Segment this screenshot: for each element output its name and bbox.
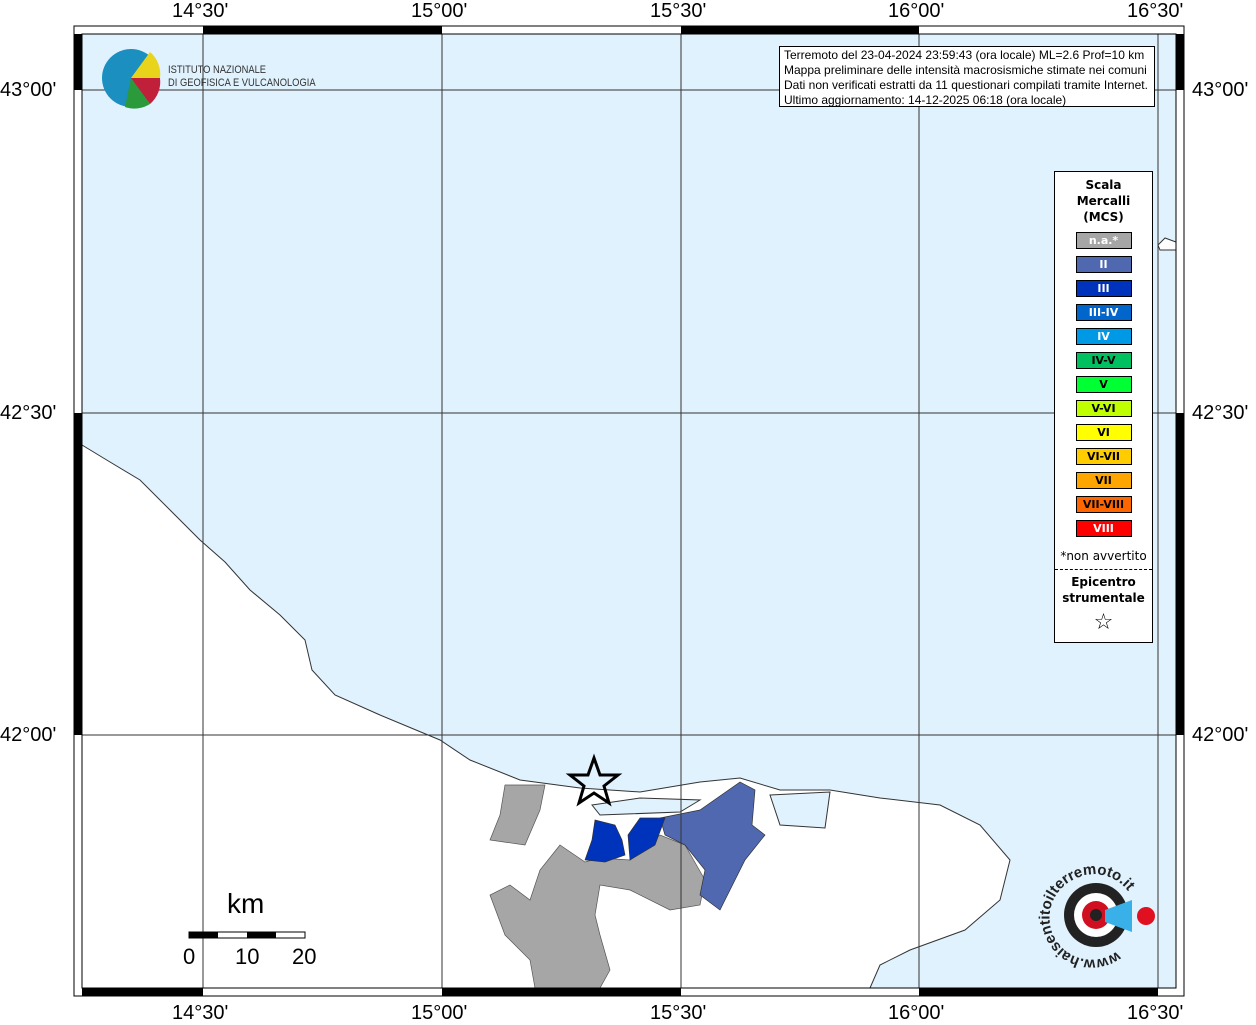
star-icon: ☆ — [1093, 610, 1114, 635]
lat-label: 43°00' — [1192, 79, 1249, 101]
logo-line: DI GEOFISICA E VULCANOLOGIA — [168, 77, 316, 89]
legend-swatch: V-VI — [1075, 400, 1132, 417]
legend-swatch: VIII — [1075, 520, 1132, 537]
legend-title-line: Mercalli — [1076, 194, 1131, 208]
info-line: Ultimo aggiornamento: 14-12-2025 06:18 (… — [784, 93, 1067, 107]
legend-title: Scala Mercalli (MCS) — [1055, 177, 1152, 225]
legend-note: *non avvertito — [1060, 549, 1147, 563]
info-line: Terremoto del 23-04-2024 23:59:43 (ora l… — [784, 48, 1145, 62]
lagoon — [769, 791, 831, 829]
legend-title-line: (MCS) — [1083, 210, 1124, 224]
legend-swatch: II — [1075, 256, 1132, 273]
lon-label: 14°30' — [172, 1002, 229, 1024]
legend-swatch: VII — [1075, 472, 1132, 489]
legend-swatch: VI — [1075, 424, 1132, 441]
scale-unit: km — [227, 888, 265, 919]
legend-swatch: IV-V — [1075, 352, 1132, 369]
logo-line: ISTITUTO NAZIONALE — [168, 64, 267, 76]
lon-label: 16°30' — [1127, 0, 1184, 22]
lat-label: 42°00' — [1192, 724, 1249, 746]
legend-swatch: VII-VIII — [1075, 496, 1132, 513]
legend: Scala Mercalli (MCS) n.a.* II III III-IV IV IV-… — [1054, 171, 1153, 643]
legend-swatch: III — [1075, 280, 1132, 297]
legend-swatch: V — [1075, 376, 1132, 393]
lon-label: 14°30' — [172, 0, 229, 22]
event-info-box: Terremoto del 23-04-2024 23:59:43 (ora l… — [779, 46, 1155, 107]
lon-label: 15°00' — [411, 1002, 468, 1024]
info-line: Dati non verificati estratti da 11 quest… — [784, 78, 1148, 92]
lon-label: 15°00' — [411, 0, 468, 22]
legend-swatch: n.a.* — [1075, 232, 1132, 249]
lon-label: 16°30' — [1127, 1002, 1184, 1024]
legend-swatch: IV — [1075, 328, 1132, 345]
epicenter-label: Epicentro — [1071, 575, 1136, 589]
lon-label: 15°30' — [650, 0, 707, 22]
legend-swatch: VI-VII — [1075, 448, 1132, 465]
legend-title-line: Scala — [1085, 178, 1122, 192]
scale-bar — [188, 931, 306, 939]
legend-swatch: III-IV — [1075, 304, 1132, 321]
lat-label: 42°30' — [0, 402, 57, 424]
epicenter-label: strumentale — [1062, 591, 1145, 605]
lon-label: 16°00' — [888, 0, 945, 22]
logo-text: ISTITUTO NAZIONALE DI GEOFISICA E VULCANO… — [168, 64, 316, 90]
scale-label: 0 — [183, 944, 196, 969]
lat-label: 42°30' — [1192, 402, 1249, 424]
lon-label: 15°30' — [650, 1002, 707, 1024]
divider — [1055, 569, 1152, 570]
scale-label: 20 — [292, 944, 317, 969]
scale-label: 10 — [235, 944, 260, 969]
lat-label: 42°00' — [0, 724, 57, 746]
lat-label: 43°00' — [0, 79, 57, 101]
info-line: Mappa preliminare delle intensità macros… — [784, 63, 1147, 77]
lon-label: 16°00' — [888, 1002, 945, 1024]
